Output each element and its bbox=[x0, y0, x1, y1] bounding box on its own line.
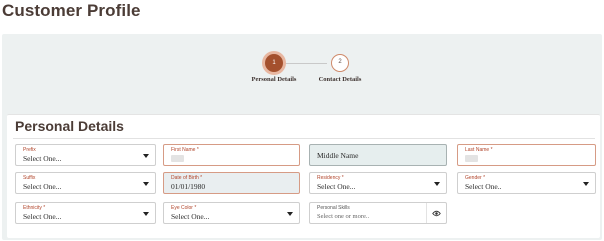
field-value: Middle Name bbox=[317, 151, 359, 160]
ethnicity-select[interactable]: Ethnicity * Select One... bbox=[15, 202, 156, 224]
last-name-field[interactable]: Last Name * bbox=[457, 144, 596, 166]
field-label: Suffix bbox=[23, 175, 36, 181]
field-label: Ethnicity * bbox=[23, 205, 46, 211]
field-value: Select One... bbox=[23, 212, 62, 221]
field-label: First Name * bbox=[171, 147, 199, 153]
residency-select[interactable]: Residency * Select One... bbox=[309, 172, 447, 194]
step-number-badge: 2 bbox=[331, 54, 349, 72]
field-value: 01/01/1980 bbox=[171, 182, 206, 191]
suffix-select[interactable]: Suffix Select One... bbox=[15, 172, 156, 194]
field-label: Residency * bbox=[317, 175, 344, 181]
step-contact-details[interactable]: 2 Contact Details bbox=[313, 54, 367, 83]
step-personal-details[interactable]: 1 Personal Details bbox=[246, 54, 302, 83]
field-label: Date of Birth * bbox=[171, 175, 203, 181]
prefix-select[interactable]: Prefix Select One... bbox=[15, 144, 156, 166]
personal-details-card: Personal Details Prefix Select One... Fi… bbox=[7, 114, 600, 238]
caret-down-icon bbox=[434, 182, 440, 186]
field-value: Select One... bbox=[23, 154, 62, 163]
field-value: Select One.. bbox=[465, 182, 502, 191]
field-value: Select One... bbox=[23, 182, 62, 191]
first-name-field[interactable]: First Name * bbox=[163, 144, 300, 166]
personal-skills-multiselect[interactable]: Personal Skills Select one or more.. bbox=[309, 202, 447, 224]
masked-value bbox=[465, 155, 478, 162]
caret-down-icon bbox=[583, 182, 589, 186]
step-number-badge: 1 bbox=[265, 54, 283, 72]
caret-down-icon bbox=[143, 182, 149, 186]
field-label: Personal Skills bbox=[317, 205, 350, 211]
caret-down-icon bbox=[287, 212, 293, 216]
field-placeholder: Select one or more.. bbox=[317, 213, 370, 220]
caret-down-icon bbox=[143, 154, 149, 158]
step-label: Contact Details bbox=[318, 76, 362, 83]
field-label: Last Name * bbox=[465, 147, 493, 153]
eye-color-select[interactable]: Eye Color * Select One... bbox=[163, 202, 300, 224]
step-label: Personal Details bbox=[251, 76, 297, 83]
field-value: Select One... bbox=[171, 212, 210, 221]
section-divider bbox=[13, 138, 595, 139]
eye-icon[interactable] bbox=[426, 203, 446, 223]
field-label: Prefix bbox=[23, 147, 36, 153]
section-title: Personal Details bbox=[15, 118, 124, 134]
field-label: Gender * bbox=[465, 175, 486, 181]
caret-down-icon bbox=[143, 212, 149, 216]
field-label: Eye Color * bbox=[171, 205, 197, 211]
page-title: Customer Profile bbox=[2, 1, 141, 20]
dob-field[interactable]: Date of Birth * 01/01/1980 bbox=[163, 172, 300, 194]
gender-select[interactable]: Gender * Select One.. bbox=[457, 172, 596, 194]
middle-name-field[interactable]: Middle Name bbox=[309, 144, 447, 166]
field-value: Select One... bbox=[317, 182, 356, 191]
masked-value bbox=[171, 155, 184, 162]
